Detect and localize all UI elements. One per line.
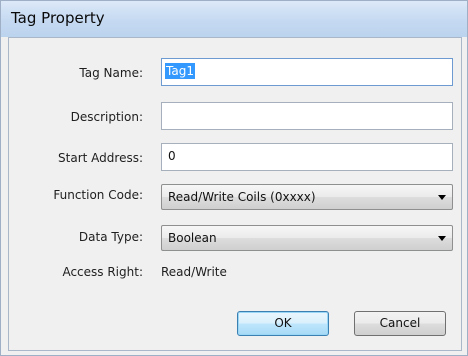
dialog-client-area: Tag Name: Tag1 Description: Start Addres…: [8, 37, 462, 351]
start-address-field[interactable]: 0: [161, 143, 453, 171]
chevron-down-icon: [438, 236, 446, 241]
title-bar[interactable]: Tag Property: [1, 1, 467, 37]
start-address-value: 0: [168, 149, 176, 163]
tag-name-value: Tag1: [165, 63, 195, 79]
tag-property-dialog: Tag Property Tag Name: Tag1 Description:…: [0, 0, 468, 356]
start-address-label: Start Address:: [58, 151, 143, 165]
access-right-label: Access Right:: [62, 265, 143, 279]
data-type-selected: Boolean: [168, 231, 217, 245]
tag-name-field[interactable]: Tag1: [161, 58, 453, 86]
description-label: Description:: [70, 110, 143, 124]
ok-button[interactable]: OK: [237, 311, 329, 336]
window-title: Tag Property: [11, 9, 105, 27]
function-code-selected: Read/Write Coils (0xxxx): [168, 190, 316, 204]
access-right-value: Read/Write: [161, 265, 227, 279]
chevron-down-icon: [438, 195, 446, 200]
function-code-label: Function Code:: [53, 188, 143, 202]
description-field[interactable]: [161, 102, 453, 130]
function-code-select[interactable]: Read/Write Coils (0xxxx): [161, 184, 453, 210]
data-type-select[interactable]: Boolean: [161, 225, 453, 251]
cancel-button[interactable]: Cancel: [354, 311, 446, 336]
data-type-label: Data Type:: [78, 230, 143, 244]
tag-name-label: Tag Name:: [79, 66, 143, 80]
